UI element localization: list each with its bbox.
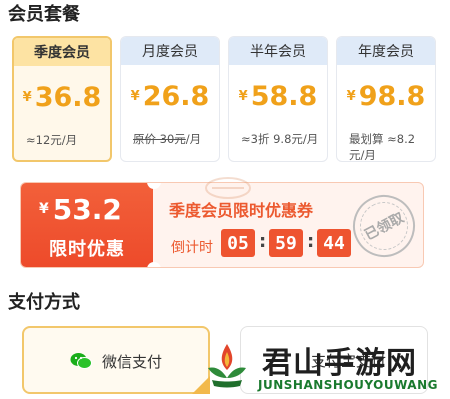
payment-section-title: 支付方式 — [8, 292, 80, 313]
watermark-subtitle: JUNSHANSHOUYOUWANG — [258, 378, 438, 392]
plan-name: 月度会员 — [121, 37, 219, 65]
plan-price: ¥36.8 — [22, 82, 102, 113]
plan-card-yearly[interactable]: 年度会员 ¥98.8 最划算 ≈8.2元/月 — [336, 36, 436, 162]
countdown-seconds: 44 — [317, 229, 351, 257]
membership-section-title: 会员套餐 — [8, 4, 80, 25]
plan-card-quarterly[interactable]: 季度会员 ¥36.8 ≈12元/月 — [12, 36, 112, 162]
plan-name: 季度会员 — [14, 38, 110, 66]
coupon-amount: ¥53.2 — [39, 193, 122, 226]
plan-list: 季度会员 ¥36.8 ≈12元/月 月度会员 ¥26.8 原价 30元/月 半年… — [12, 36, 436, 164]
plan-note: ≈12元/月 — [26, 133, 78, 147]
plan-card-monthly[interactable]: 月度会员 ¥26.8 原价 30元/月 — [120, 36, 220, 162]
plan-price: ¥98.8 — [346, 81, 426, 112]
countdown-hours: 05 — [221, 229, 255, 257]
plan-note: 最划算 ≈8.2元/月 — [349, 132, 416, 162]
coupon-notch-bottom — [147, 262, 161, 267]
decorative-cloud-icon — [205, 177, 251, 199]
wechat-icon — [70, 353, 92, 369]
watermark-logo-icon — [208, 344, 246, 388]
coupon-amount-panel: ¥53.2 限时优惠 — [21, 183, 153, 267]
wechat-pay-option[interactable]: 微信支付 — [22, 326, 210, 394]
limited-offer-label: 限时优惠 — [49, 239, 125, 260]
plan-note: ≈3折 9.8元/月 — [241, 132, 319, 146]
plan-name: 半年会员 — [229, 37, 327, 65]
plan-name: 年度会员 — [337, 37, 435, 65]
watermark: 君山手游网 JUNSHANSHOUYOUWANG — [196, 332, 450, 399]
per-month-unit: /月 — [185, 132, 202, 146]
countdown-colon: : — [259, 231, 267, 252]
countdown-colon: : — [307, 231, 315, 252]
claimed-stamp-icon: 已领取 — [342, 184, 423, 267]
watermark-title: 君山手游网 — [262, 346, 417, 381]
wechat-pay-label: 微信支付 — [102, 353, 163, 371]
original-price: 原价 30元 — [133, 132, 186, 146]
plan-price: ¥26.8 — [130, 81, 210, 112]
plan-price: ¥58.8 — [238, 81, 318, 112]
countdown-minutes: 59 — [269, 229, 303, 257]
countdown-label: 倒计时 — [171, 240, 213, 256]
plan-card-halfyear[interactable]: 半年会员 ¥58.8 ≈3折 9.8元/月 — [228, 36, 328, 162]
plan-note: 原价 30元/月 — [133, 131, 213, 147]
